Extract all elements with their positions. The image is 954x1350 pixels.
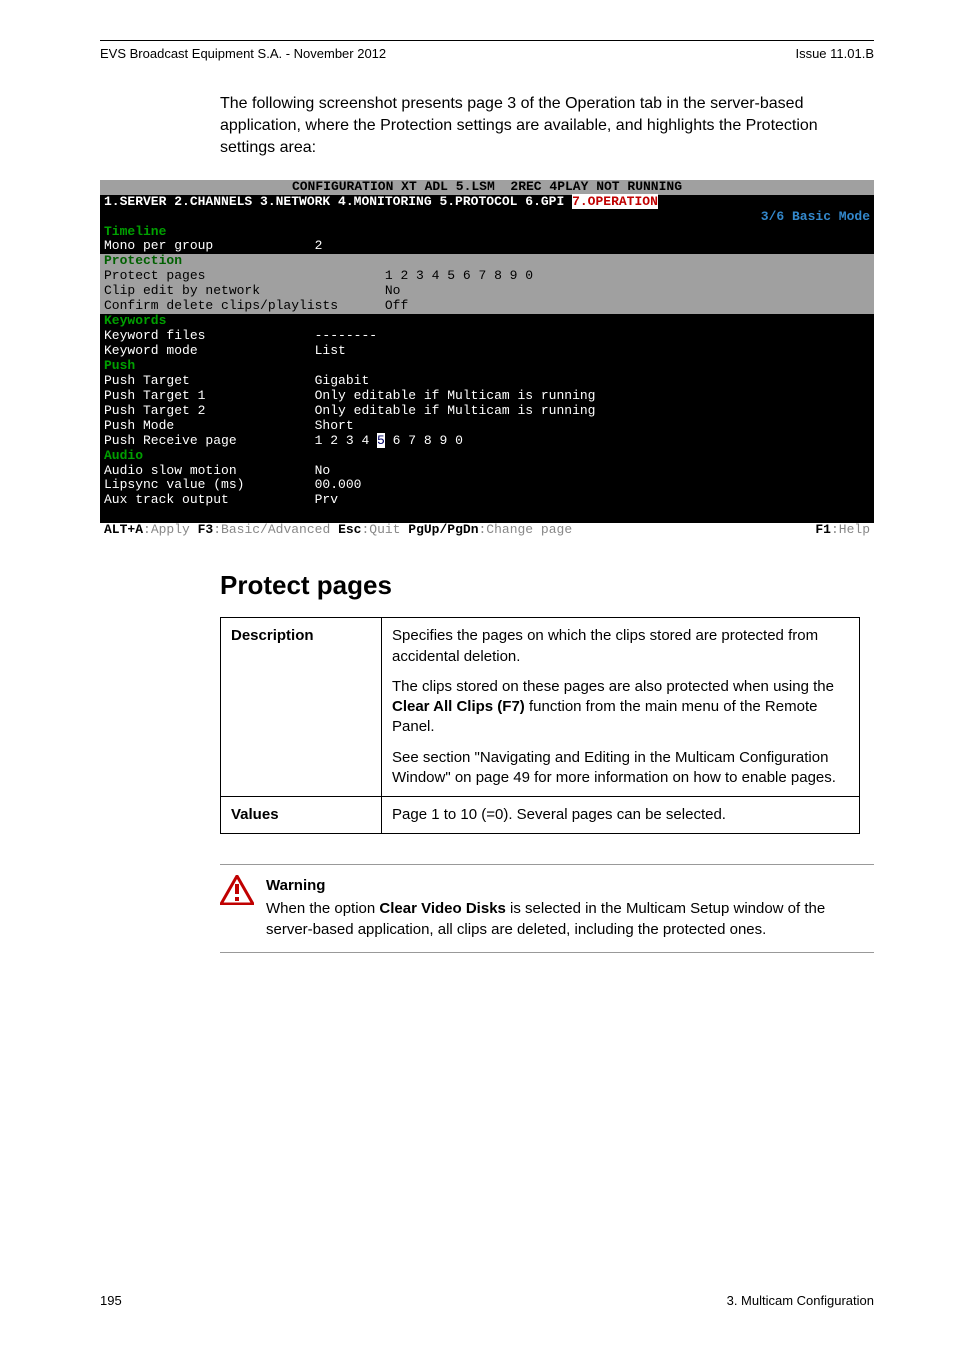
term-line: Mono per group 2 (100, 239, 874, 254)
footer-section: 3. Multicam Configuration (727, 1292, 874, 1310)
term-sec-timeline: Timeline (104, 224, 166, 239)
term-push-receive: Push Receive page 1 2 3 4 5 6 7 8 9 0 (100, 434, 874, 449)
warning-title: Warning (266, 875, 874, 896)
warning-icon (220, 875, 254, 940)
term-tab-active: 7.OPERATION (572, 194, 658, 209)
term-line: Audio slow motion No (100, 464, 874, 479)
page-number: 195 (100, 1292, 122, 1310)
header-right: Issue 11.01.B (795, 45, 874, 63)
term-line: Keyword files -------- (100, 329, 874, 344)
header-left: EVS Broadcast Equipment S.A. - November … (100, 45, 386, 63)
table-val-values: Page 1 to 10 (=0). Several pages can be … (382, 797, 860, 834)
term-line: Push Target Gigabit (100, 374, 874, 389)
term-line: Push Target 1 Only editable if Multicam … (100, 389, 874, 404)
term-line: Aux track output Prv (100, 493, 874, 508)
term-line: Confirm delete clips/playlists Off (100, 299, 874, 314)
section-heading: Protect pages (220, 568, 874, 603)
warning-text: When the option Clear Video Disks is sel… (266, 898, 874, 940)
intro-paragraph: The following screenshot presents page 3… (220, 93, 874, 160)
table-val-description: Specifies the pages on which the clips s… (382, 618, 860, 797)
term-line: Clip edit by network No (100, 284, 874, 299)
term-sec-audio: Audio (104, 448, 143, 463)
term-line: Push Mode Short (100, 419, 874, 434)
term-sec-push: Push (104, 358, 135, 373)
term-tabs: 1.SERVER 2.CHANNELS 3.NETWORK 4.MONITORI… (100, 195, 874, 210)
term-footer: ALT+A:Apply F3:Basic/Advanced Esc:Quit P… (100, 523, 874, 538)
term-protect-pages: Protect pages 1 2 3 4 5 6 7 8 9 0 (100, 269, 874, 284)
terminal-screenshot: CONFIGURATION XT ADL 5.LSM 2REC 4PLAY NO… (100, 180, 874, 539)
table-key-description: Description (221, 618, 382, 797)
warning-box: Warning When the option Clear Video Disk… (220, 864, 874, 953)
term-title: CONFIGURATION XT ADL 5.LSM 2REC 4PLAY NO… (100, 180, 874, 195)
table-key-values: Values (221, 797, 382, 834)
description-table: Description Specifies the pages on which… (220, 617, 860, 834)
term-sec-protection: Protection (104, 253, 182, 268)
term-sec-keywords: Keywords (104, 313, 166, 328)
term-line: Lipsync value (ms) 00.000 (100, 478, 874, 493)
term-line: Keyword mode List (100, 344, 874, 359)
term-line: Push Target 2 Only editable if Multicam … (100, 404, 874, 419)
term-mode: 3/6 Basic Mode (100, 210, 874, 225)
